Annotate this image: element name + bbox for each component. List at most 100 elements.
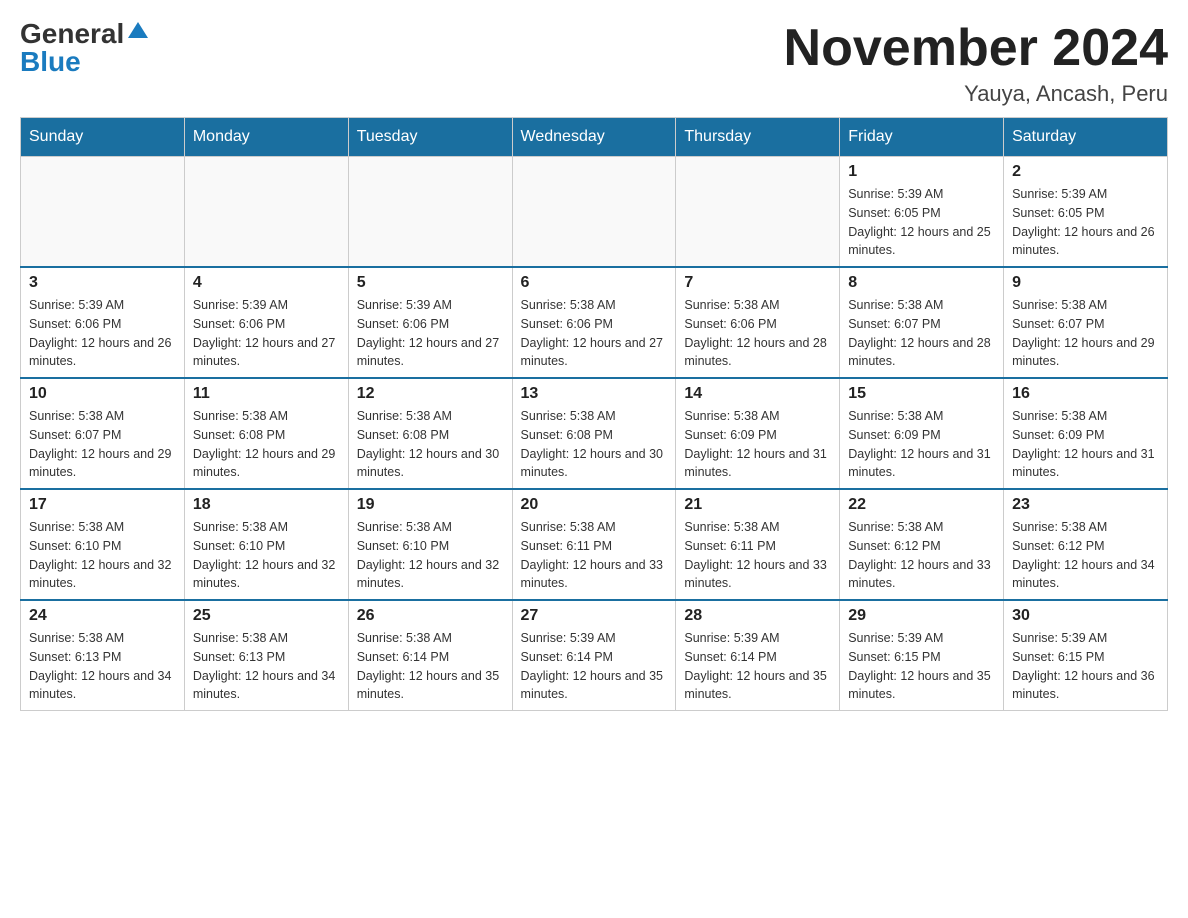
calendar-cell: 27 Sunrise: 5:39 AMSunset: 6:14 PMDayligh… bbox=[512, 600, 676, 711]
day-sun-info: Sunrise: 5:38 AMSunset: 6:12 PMDaylight:… bbox=[848, 518, 995, 593]
page-header: General Blue November 2024 Yauya, Ancash… bbox=[20, 20, 1168, 107]
day-number: 26 bbox=[357, 607, 504, 625]
day-number: 21 bbox=[684, 496, 831, 514]
calendar-cell bbox=[512, 157, 676, 268]
calendar-cell: 2 Sunrise: 5:39 AMSunset: 6:05 PMDaylight… bbox=[1004, 157, 1168, 268]
calendar-cell: 18 Sunrise: 5:38 AMSunset: 6:10 PMDayligh… bbox=[184, 489, 348, 600]
weekday-header-friday: Friday bbox=[840, 118, 1004, 157]
day-number: 17 bbox=[29, 496, 176, 514]
day-sun-info: Sunrise: 5:38 AMSunset: 6:09 PMDaylight:… bbox=[1012, 407, 1159, 482]
day-number: 19 bbox=[357, 496, 504, 514]
calendar-week-1: 1 Sunrise: 5:39 AMSunset: 6:05 PMDaylight… bbox=[21, 157, 1168, 268]
calendar-week-4: 17 Sunrise: 5:38 AMSunset: 6:10 PMDayligh… bbox=[21, 489, 1168, 600]
logo-general-text: General bbox=[20, 20, 124, 48]
day-sun-info: Sunrise: 5:39 AMSunset: 6:14 PMDaylight:… bbox=[684, 629, 831, 704]
day-sun-info: Sunrise: 5:39 AMSunset: 6:15 PMDaylight:… bbox=[1012, 629, 1159, 704]
day-number: 27 bbox=[521, 607, 668, 625]
calendar-week-3: 10Sunrise: 5:38 AMSunset: 6:07 PMDayligh… bbox=[21, 378, 1168, 489]
calendar-table: SundayMondayTuesdayWednesdayThursdayFrid… bbox=[20, 117, 1168, 711]
day-sun-info: Sunrise: 5:39 AMSunset: 6:05 PMDaylight:… bbox=[1012, 185, 1159, 260]
day-sun-info: Sunrise: 5:38 AMSunset: 6:06 PMDaylight:… bbox=[521, 296, 668, 371]
day-number: 30 bbox=[1012, 607, 1159, 625]
calendar-cell: 21 Sunrise: 5:38 AMSunset: 6:11 PMDayligh… bbox=[676, 489, 840, 600]
day-number: 18 bbox=[193, 496, 340, 514]
day-sun-info: Sunrise: 5:38 AMSunset: 6:13 PMDaylight:… bbox=[29, 629, 176, 704]
day-sun-info: Sunrise: 5:38 AMSunset: 6:14 PMDaylight:… bbox=[357, 629, 504, 704]
day-number: 1 bbox=[848, 163, 995, 181]
weekday-header-monday: Monday bbox=[184, 118, 348, 157]
calendar-cell: 29 Sunrise: 5:39 AMSunset: 6:15 PMDayligh… bbox=[840, 600, 1004, 711]
calendar-cell bbox=[676, 157, 840, 268]
calendar-cell bbox=[21, 157, 185, 268]
day-sun-info: Sunrise: 5:38 AMSunset: 6:11 PMDaylight:… bbox=[684, 518, 831, 593]
calendar-cell: 3Sunrise: 5:39 AMSunset: 6:06 PMDaylight… bbox=[21, 267, 185, 378]
day-number: 5 bbox=[357, 274, 504, 292]
day-number: 24 bbox=[29, 607, 176, 625]
calendar-cell: 23 Sunrise: 5:38 AMSunset: 6:12 PMDayligh… bbox=[1004, 489, 1168, 600]
calendar-cell: 6Sunrise: 5:38 AMSunset: 6:06 PMDaylight… bbox=[512, 267, 676, 378]
calendar-cell: 7Sunrise: 5:38 AMSunset: 6:06 PMDaylight… bbox=[676, 267, 840, 378]
calendar-cell: 20 Sunrise: 5:38 AMSunset: 6:11 PMDayligh… bbox=[512, 489, 676, 600]
day-number: 29 bbox=[848, 607, 995, 625]
calendar-cell: 15Sunrise: 5:38 AMSunset: 6:09 PMDayligh… bbox=[840, 378, 1004, 489]
calendar-cell: 5 Sunrise: 5:39 AMSunset: 6:06 PMDaylight… bbox=[348, 267, 512, 378]
day-number: 4 bbox=[193, 274, 340, 292]
day-number: 16 bbox=[1012, 385, 1159, 403]
day-sun-info: Sunrise: 5:38 AMSunset: 6:13 PMDaylight:… bbox=[193, 629, 340, 704]
location-text: Yauya, Ancash, Peru bbox=[784, 81, 1168, 107]
day-sun-info: Sunrise: 5:38 AMSunset: 6:06 PMDaylight:… bbox=[684, 296, 831, 371]
weekday-header-sunday: Sunday bbox=[21, 118, 185, 157]
day-sun-info: Sunrise: 5:38 AMSunset: 6:10 PMDaylight:… bbox=[29, 518, 176, 593]
day-sun-info: Sunrise: 5:39 AMSunset: 6:06 PMDaylight:… bbox=[357, 296, 504, 371]
day-number: 2 bbox=[1012, 163, 1159, 181]
weekday-header-tuesday: Tuesday bbox=[348, 118, 512, 157]
day-sun-info: Sunrise: 5:38 AMSunset: 6:10 PMDaylight:… bbox=[357, 518, 504, 593]
logo: General Blue bbox=[20, 20, 148, 76]
day-number: 15 bbox=[848, 385, 995, 403]
calendar-cell: 12 Sunrise: 5:38 AMSunset: 6:08 PMDayligh… bbox=[348, 378, 512, 489]
calendar-cell: 16 Sunrise: 5:38 AMSunset: 6:09 PMDayligh… bbox=[1004, 378, 1168, 489]
weekday-header-saturday: Saturday bbox=[1004, 118, 1168, 157]
day-sun-info: Sunrise: 5:38 AMSunset: 6:09 PMDaylight:… bbox=[684, 407, 831, 482]
day-sun-info: Sunrise: 5:38 AMSunset: 6:08 PMDaylight:… bbox=[357, 407, 504, 482]
day-number: 10 bbox=[29, 385, 176, 403]
day-number: 14 bbox=[684, 385, 831, 403]
calendar-cell: 8 Sunrise: 5:38 AMSunset: 6:07 PMDaylight… bbox=[840, 267, 1004, 378]
day-number: 13 bbox=[521, 385, 668, 403]
day-number: 3 bbox=[29, 274, 176, 292]
calendar-cell: 28 Sunrise: 5:39 AMSunset: 6:14 PMDayligh… bbox=[676, 600, 840, 711]
day-number: 20 bbox=[521, 496, 668, 514]
day-number: 11 bbox=[193, 385, 340, 403]
calendar-cell: 14 Sunrise: 5:38 AMSunset: 6:09 PMDayligh… bbox=[676, 378, 840, 489]
day-number: 12 bbox=[357, 385, 504, 403]
calendar-cell: 25 Sunrise: 5:38 AMSunset: 6:13 PMDayligh… bbox=[184, 600, 348, 711]
calendar-cell bbox=[348, 157, 512, 268]
day-sun-info: Sunrise: 5:39 AMSunset: 6:15 PMDaylight:… bbox=[848, 629, 995, 704]
month-title: November 2024 bbox=[784, 20, 1168, 77]
day-number: 25 bbox=[193, 607, 340, 625]
calendar-week-5: 24 Sunrise: 5:38 AMSunset: 6:13 PMDayligh… bbox=[21, 600, 1168, 711]
calendar-cell: 24 Sunrise: 5:38 AMSunset: 6:13 PMDayligh… bbox=[21, 600, 185, 711]
day-sun-info: Sunrise: 5:38 AMSunset: 6:11 PMDaylight:… bbox=[521, 518, 668, 593]
day-sun-info: Sunrise: 5:39 AMSunset: 6:14 PMDaylight:… bbox=[521, 629, 668, 704]
day-number: 8 bbox=[848, 274, 995, 292]
day-sun-info: Sunrise: 5:38 AMSunset: 6:08 PMDaylight:… bbox=[521, 407, 668, 482]
calendar-cell: 1 Sunrise: 5:39 AMSunset: 6:05 PMDaylight… bbox=[840, 157, 1004, 268]
weekday-header-thursday: Thursday bbox=[676, 118, 840, 157]
day-number: 23 bbox=[1012, 496, 1159, 514]
day-sun-info: Sunrise: 5:38 AMSunset: 6:07 PMDaylight:… bbox=[848, 296, 995, 371]
calendar-cell: 11Sunrise: 5:38 AMSunset: 6:08 PMDayligh… bbox=[184, 378, 348, 489]
logo-blue-text: Blue bbox=[20, 48, 81, 76]
calendar-cell: 26 Sunrise: 5:38 AMSunset: 6:14 PMDayligh… bbox=[348, 600, 512, 711]
day-sun-info: Sunrise: 5:38 AMSunset: 6:12 PMDaylight:… bbox=[1012, 518, 1159, 593]
weekday-header-row: SundayMondayTuesdayWednesdayThursdayFrid… bbox=[21, 118, 1168, 157]
day-sun-info: Sunrise: 5:38 AMSunset: 6:07 PMDaylight:… bbox=[1012, 296, 1159, 371]
calendar-cell: 10Sunrise: 5:38 AMSunset: 6:07 PMDayligh… bbox=[21, 378, 185, 489]
calendar-cell: 17 Sunrise: 5:38 AMSunset: 6:10 PMDayligh… bbox=[21, 489, 185, 600]
day-number: 28 bbox=[684, 607, 831, 625]
calendar-cell: 19 Sunrise: 5:38 AMSunset: 6:10 PMDayligh… bbox=[348, 489, 512, 600]
day-sun-info: Sunrise: 5:38 AMSunset: 6:10 PMDaylight:… bbox=[193, 518, 340, 593]
day-sun-info: Sunrise: 5:39 AMSunset: 6:05 PMDaylight:… bbox=[848, 185, 995, 260]
calendar-cell: 13 Sunrise: 5:38 AMSunset: 6:08 PMDayligh… bbox=[512, 378, 676, 489]
calendar-cell: 30 Sunrise: 5:39 AMSunset: 6:15 PMDayligh… bbox=[1004, 600, 1168, 711]
